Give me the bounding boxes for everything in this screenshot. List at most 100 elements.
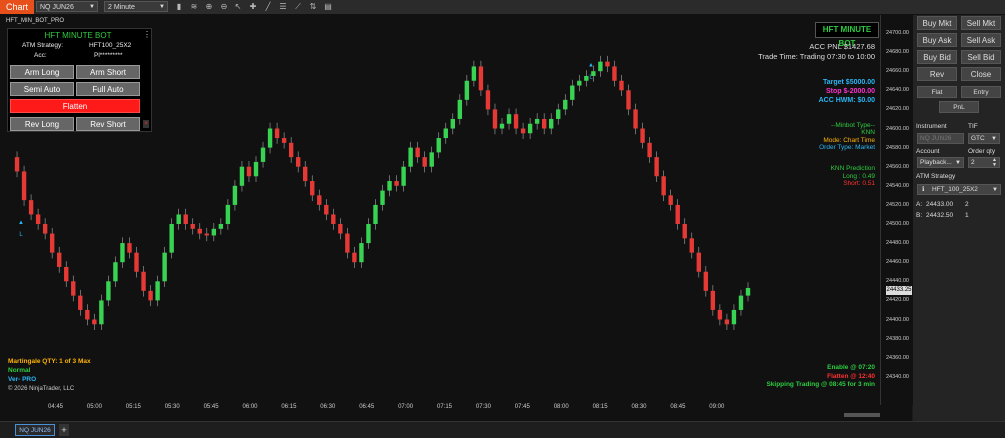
martingale: Martingale QTY: 1 of 3 Max bbox=[8, 358, 91, 365]
account-select[interactable]: Playback... ▼ bbox=[917, 157, 964, 168]
candle-body bbox=[92, 319, 97, 325]
pnl-button[interactable]: PnL bbox=[939, 101, 979, 113]
candle-body bbox=[345, 233, 350, 253]
indicators-icon[interactable]: ≋ bbox=[189, 2, 199, 12]
price-tick-label: 24340.00 bbox=[886, 373, 909, 380]
pointer-icon[interactable]: ↖ bbox=[233, 2, 243, 12]
price-tick-label: 24520.00 bbox=[886, 201, 909, 208]
chevron-down-icon: ▼ bbox=[955, 160, 961, 166]
instrument-field[interactable]: NQ JUN26 bbox=[917, 133, 964, 144]
candle-body bbox=[183, 214, 188, 224]
order-qty-stepper[interactable]: 2 ▲ ▼ bbox=[968, 157, 1000, 168]
candle-body bbox=[49, 233, 55, 253]
order-qty-value: 2 bbox=[971, 159, 975, 166]
buy-ask-button[interactable]: Buy Ask bbox=[917, 33, 957, 47]
candle-body bbox=[703, 271, 709, 291]
semi-auto-button[interactable]: Semi Auto bbox=[10, 82, 74, 96]
stop: Stop $-2000.00 bbox=[825, 88, 875, 95]
crosshair-icon[interactable]: ✚ bbox=[248, 2, 258, 12]
version: Ver- PRO bbox=[8, 376, 37, 383]
line-icon[interactable]: ╱ bbox=[263, 2, 273, 12]
candle-body bbox=[626, 90, 631, 110]
candle-body bbox=[373, 204, 378, 224]
add-tab-icon[interactable]: + bbox=[59, 424, 69, 436]
zoom-in-icon[interactable]: ⊕ bbox=[204, 2, 214, 12]
candle-body bbox=[106, 281, 111, 301]
strategy-icon[interactable]: ⟋ bbox=[293, 2, 303, 12]
hft-badge: HFT MINUTE BOT bbox=[815, 22, 879, 48]
chart-tab[interactable]: Chart bbox=[0, 0, 35, 14]
close-icon[interactable]: × bbox=[143, 120, 149, 128]
candle-body bbox=[745, 287, 751, 296]
candle-body bbox=[232, 185, 238, 205]
price-tick-label: 24640.00 bbox=[886, 87, 909, 94]
candle-body bbox=[141, 271, 146, 291]
candle-body bbox=[464, 80, 470, 100]
candle-body bbox=[471, 66, 477, 81]
time-tick-label: 09:00 bbox=[709, 404, 725, 410]
candle-body bbox=[612, 66, 617, 81]
target: Target $5000.00 bbox=[822, 79, 875, 86]
candle-body bbox=[331, 214, 336, 224]
candle-body bbox=[408, 147, 413, 167]
close-button[interactable]: Close bbox=[961, 67, 1001, 81]
tab-nq-jun26[interactable]: NQ JUN26 bbox=[15, 424, 55, 436]
candle-body bbox=[85, 309, 90, 320]
data-box-icon[interactable]: ▤ bbox=[323, 2, 333, 12]
timeframe-selector[interactable]: 2 Minute ▼ bbox=[104, 1, 168, 12]
candle-body bbox=[619, 80, 624, 91]
candle-body bbox=[422, 157, 427, 167]
minibot-type: --Minbot Type-- bbox=[831, 122, 875, 129]
rev-long-button[interactable]: Rev Long bbox=[10, 117, 74, 131]
tif-select-value: GTC bbox=[971, 135, 985, 142]
bar-chart-icon[interactable]: ▮ bbox=[174, 2, 184, 12]
atm-strategy-select[interactable]: ℹ HFT_100_25X2 ▼ bbox=[917, 184, 1001, 195]
candle-body bbox=[394, 181, 399, 186]
tif-select[interactable]: GTC ▼ bbox=[968, 133, 1000, 144]
candle-body bbox=[324, 204, 329, 215]
price-tick-label: 24440.00 bbox=[886, 278, 909, 285]
buy-bid-button[interactable]: Buy Bid bbox=[917, 50, 957, 64]
candle-body bbox=[549, 118, 554, 129]
normal-mode: Normal bbox=[8, 367, 31, 374]
properties-icon[interactable]: ☰ bbox=[278, 2, 288, 12]
flat-button[interactable]: Flat bbox=[917, 86, 957, 98]
entry-button[interactable]: Entry bbox=[961, 86, 1001, 98]
zoom-out-icon[interactable]: ⊖ bbox=[219, 2, 229, 12]
account-label: Account bbox=[916, 148, 940, 155]
mode: Mode: Chart Time bbox=[823, 137, 875, 144]
candle-body bbox=[267, 128, 273, 148]
candle-body bbox=[717, 309, 723, 320]
sell-bid-button[interactable]: Sell Bid bbox=[961, 50, 1001, 64]
b-price: 24432.50 bbox=[926, 212, 954, 219]
candle-body bbox=[570, 85, 575, 100]
stepper-arrows-icon[interactable]: ▲ ▼ bbox=[992, 158, 997, 168]
rev-button[interactable]: Rev bbox=[917, 67, 957, 81]
candle-body bbox=[640, 128, 645, 143]
candle-body bbox=[675, 204, 680, 224]
more-icon[interactable]: ⋮ bbox=[143, 31, 151, 41]
chart-trader-icon[interactable]: ⇅ bbox=[308, 2, 318, 12]
account-select-value: Playback... bbox=[920, 159, 952, 166]
time-tick-label: 05:00 bbox=[86, 404, 102, 410]
chevron-down-icon: ▼ bbox=[89, 4, 95, 10]
full-auto-button[interactable]: Full Auto bbox=[76, 82, 140, 96]
knn-prediction: KNN Prediction bbox=[830, 165, 875, 172]
sell-ask-button[interactable]: Sell Ask bbox=[961, 33, 1001, 47]
candle-body bbox=[197, 228, 202, 234]
time-tick-label: 07:30 bbox=[475, 404, 491, 410]
arm-long-button[interactable]: Arm Long bbox=[10, 65, 74, 79]
candle-body bbox=[492, 109, 498, 129]
bot-panel: HFT MINUTE BOT ATM Strategy: HFT100_25X2… bbox=[7, 28, 152, 132]
flatten-button[interactable]: Flatten bbox=[10, 99, 140, 113]
instrument-selector[interactable]: NQ JUN26 ▼ bbox=[36, 1, 98, 12]
rev-short-button[interactable]: Rev Short bbox=[76, 117, 140, 131]
candle-body bbox=[42, 224, 48, 234]
sell-mkt-button[interactable]: Sell Mkt bbox=[961, 16, 1001, 30]
flatten-time: Flatten @ 12:40 bbox=[827, 373, 875, 380]
arm-short-button[interactable]: Arm Short bbox=[76, 65, 140, 79]
chart-scrollbar[interactable] bbox=[844, 413, 880, 417]
buy-mkt-button[interactable]: Buy Mkt bbox=[917, 16, 957, 30]
candle-body bbox=[14, 157, 20, 172]
chevron-down-icon: ▼ bbox=[992, 187, 998, 193]
